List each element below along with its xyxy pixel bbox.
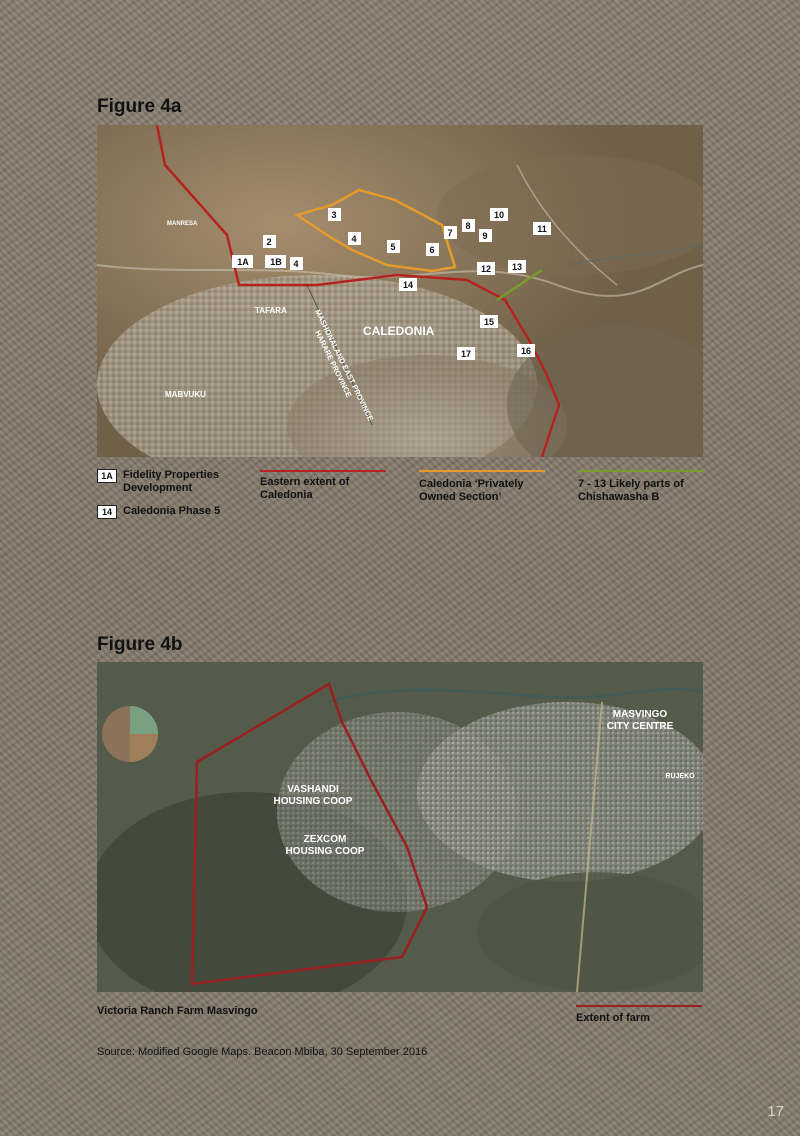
legend-eastern-label: Eastern extent of Caledonia [260,476,350,501]
zexcom-label-line1: ZEXCOM [304,834,347,845]
legend-chishawasha-line [578,470,704,472]
marker-5: 5 [387,240,400,253]
tafara-label: TAFARA [255,306,287,315]
vashandi-label-line2: HOUSING COOP [274,796,353,807]
svg-text:16: 16 [521,346,531,356]
marker-1a: 1A [232,255,253,268]
svg-text:1B: 1B [270,257,282,267]
svg-text:15: 15 [484,317,494,327]
page-number: 17 [767,1103,784,1120]
marker-8: 8 [462,219,475,232]
marker-9: 9 [479,229,492,242]
legend-14-box: 14 [97,505,117,519]
legend-1a-box: 1A [97,469,117,483]
legend-chishawasha-label: 7 - 13 Likely parts of Chishawasha B [578,478,684,503]
marker-14: 14 [399,278,417,291]
legend-farm-label: Extent of farm [576,1012,650,1024]
svg-text:17: 17 [461,349,471,359]
legend-farm-line [576,1005,702,1007]
zexcom-label-line2: HOUSING COOP [286,846,365,857]
vashandi-label-line1: VASHANDI [287,784,339,795]
marker-4a: 4 [348,232,361,245]
figure-4b-caption: Victoria Ranch Farm Masvingo [97,1005,258,1017]
figure-4a-title: Figure 4a [97,96,182,117]
figure-4b-title: Figure 4b [97,634,183,655]
source-caption: Source: Modified Google Maps. Beacon Mbi… [97,1046,428,1058]
svg-text:9: 9 [482,231,487,241]
svg-text:14: 14 [403,280,413,290]
marker-16: 16 [517,344,535,357]
masvingo-label-line2: CITY CENTRE [607,721,674,732]
legend-private-line [419,470,545,472]
svg-text:10: 10 [494,210,504,220]
svg-text:8: 8 [465,221,470,231]
marker-1b: 1B [265,255,286,268]
svg-text:4: 4 [293,259,298,269]
marker-4b: 4 [290,257,303,270]
svg-text:1A: 1A [237,257,249,267]
marker-7: 7 [444,226,457,239]
caledonia-label: CALEDONIA [363,324,435,338]
svg-text:7: 7 [447,228,452,238]
masvingo-label-line1: MASVINGO [613,709,668,720]
figure-4a-map: 1A 1B 2 3 4 4 5 6 7 8 9 10 11 12 13 14 1… [97,125,703,457]
marker-10: 10 [490,208,508,221]
marker-3: 3 [328,208,341,221]
svg-text:11: 11 [537,224,547,234]
rujeko-label: RUJEKO [665,773,695,780]
legend-private-label: Caledonia ‘Privately Owned Section’ [419,478,524,503]
svg-text:5: 5 [390,242,395,252]
svg-text:2: 2 [266,237,271,247]
mabvuku-label: MABVUKU [165,390,206,399]
legend-eastern-line [260,470,386,472]
marker-11: 11 [533,222,551,235]
marker-2: 2 [263,235,276,248]
svg-text:6: 6 [429,245,434,255]
marker-17: 17 [457,347,475,360]
svg-text:13: 13 [512,262,522,272]
marker-13: 13 [508,260,526,273]
svg-text:4: 4 [351,234,356,244]
svg-text:12: 12 [481,264,491,274]
marker-12: 12 [477,262,495,275]
figure-4b-map: VASHANDI HOUSING COOP ZEXCOM HOUSING COO… [97,662,703,992]
marker-15: 15 [480,315,498,328]
manresa-label: MANRESA [167,221,198,227]
svg-text:3: 3 [331,210,336,220]
marker-6: 6 [426,243,439,256]
legend-1a-label: Fidelity Properties Development [123,469,219,494]
legend-14-label: Caledonia Phase 5 [123,505,221,517]
